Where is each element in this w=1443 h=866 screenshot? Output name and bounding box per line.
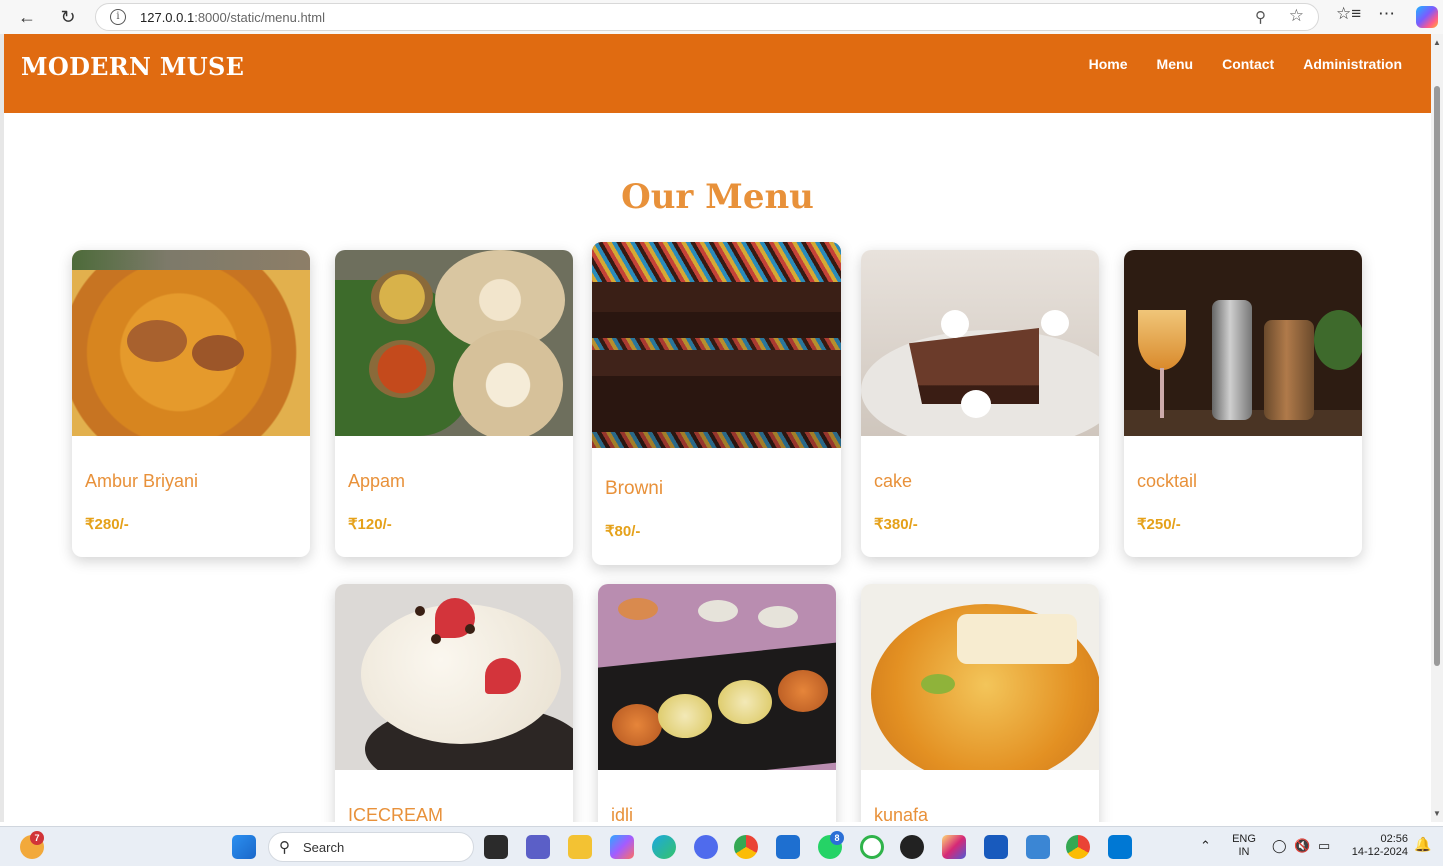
- url-text: 127.0.0.1:8000/static/menu.html: [140, 10, 325, 25]
- search-label: Search: [303, 840, 345, 855]
- favorites-icon[interactable]: ☆≡: [1336, 4, 1361, 24]
- notification-bell-icon[interactable]: 🔔: [1414, 837, 1431, 851]
- scrollbar-thumb[interactable]: [1434, 86, 1440, 666]
- food-image-icecream: [335, 584, 573, 770]
- item-price: ₹80/-: [605, 523, 641, 540]
- item-name: cake: [874, 471, 913, 491]
- file-explorer-icon[interactable]: [568, 835, 592, 859]
- chrome-profile-icon[interactable]: [1066, 835, 1090, 859]
- edge-browser-icon[interactable]: [652, 835, 676, 859]
- chatgpt-icon[interactable]: [900, 835, 924, 859]
- address-bar[interactable]: i 127.0.0.1:8000/static/menu.html ⚲ ☆: [95, 3, 1319, 31]
- food-image-biryani: [72, 250, 310, 436]
- nav-home[interactable]: Home: [1089, 56, 1128, 72]
- site-header: MODERN MUSE Home Menu Contact Administra…: [4, 34, 1431, 113]
- zoom-icon[interactable]: ⚲: [1255, 8, 1266, 26]
- food-image-cocktail: [1124, 250, 1362, 436]
- site-info-icon[interactable]: i: [110, 9, 126, 25]
- back-arrow-icon[interactable]: ←: [14, 4, 40, 30]
- copilot-icon[interactable]: [1416, 6, 1438, 28]
- page-scrollbar[interactable]: ▲ ▼: [1431, 34, 1443, 822]
- chrome-icon[interactable]: [734, 835, 758, 859]
- item-name: Ambur Briyani: [85, 471, 199, 491]
- windows-start-icon[interactable]: [232, 835, 256, 859]
- food-image-kunafa: [861, 584, 1099, 770]
- language-indicator[interactable]: ENG IN: [1228, 833, 1260, 859]
- item-price: ₹250/-: [1137, 516, 1181, 533]
- app-icon[interactable]: [694, 835, 718, 859]
- main-nav: Home Menu Contact Administration: [1089, 56, 1402, 72]
- volume-muted-icon[interactable]: 🔇: [1294, 839, 1310, 852]
- brand-logo[interactable]: MODERN MUSE: [21, 52, 244, 81]
- windows-taskbar: 7 ⚲ Search 8 ⌃ ENG IN ◯ 🔇 ▭ 02:56 14-12-…: [0, 826, 1443, 866]
- food-image-idli: [598, 584, 836, 770]
- reload-icon[interactable]: ↻: [55, 4, 81, 30]
- item-name: ICECREAM: [348, 805, 444, 822]
- menu-card-idli[interactable]: idli: [598, 584, 836, 822]
- food-image-browni: [592, 242, 841, 448]
- copilot-app-icon[interactable]: [610, 835, 634, 859]
- menu-card-cocktail[interactable]: cocktail ₹250/-: [1124, 250, 1362, 557]
- nav-contact[interactable]: Contact: [1222, 56, 1274, 72]
- word-icon[interactable]: [984, 835, 1008, 859]
- language-code: ENG: [1232, 833, 1256, 845]
- food-image-cake: [861, 250, 1099, 436]
- menu-card-kunafa[interactable]: kunafa: [861, 584, 1099, 822]
- search-icon: ⚲: [279, 839, 290, 856]
- item-price: ₹380/-: [874, 516, 918, 533]
- app-ring-icon[interactable]: [860, 835, 884, 859]
- more-menu-icon[interactable]: ⋯: [1378, 4, 1396, 24]
- battery-icon[interactable]: ▭: [1318, 839, 1330, 852]
- url-path: :8000/static/menu.html: [194, 9, 326, 25]
- clock-date: 14-12-2024: [1351, 846, 1408, 858]
- clock[interactable]: 02:56 14-12-2024: [1346, 833, 1408, 859]
- item-name: kunafa: [874, 805, 929, 822]
- teams-icon[interactable]: [526, 835, 550, 859]
- menu-card-icecream[interactable]: ICECREAM: [335, 584, 573, 822]
- network-icon[interactable]: ◯: [1272, 839, 1287, 852]
- nav-menu[interactable]: Menu: [1157, 56, 1194, 72]
- browser-toolbar: ← ↻ i 127.0.0.1:8000/static/menu.html ⚲ …: [0, 0, 1443, 34]
- item-name: cocktail: [1137, 471, 1198, 491]
- weather-badge: 7: [30, 831, 44, 845]
- vscode-icon[interactable]: [1108, 835, 1132, 859]
- taskbar-search[interactable]: ⚲ Search: [268, 832, 474, 862]
- notepad-icon[interactable]: [1026, 835, 1050, 859]
- page-title: Our Menu: [621, 177, 814, 217]
- whatsapp-badge: 8: [830, 831, 844, 845]
- item-price: ₹280/-: [85, 516, 129, 533]
- scroll-down-arrow-icon[interactable]: ▼: [1433, 809, 1441, 818]
- region-code: IN: [1238, 846, 1250, 858]
- scroll-up-arrow-icon[interactable]: ▲: [1433, 38, 1441, 47]
- menu-card-ambur-briyani[interactable]: Ambur Briyani ₹280/-: [72, 250, 310, 557]
- item-price: ₹120/-: [348, 516, 392, 533]
- nav-administration[interactable]: Administration: [1303, 56, 1402, 72]
- item-name: idli: [611, 805, 634, 822]
- menu-card-appam[interactable]: Appam ₹120/-: [335, 250, 573, 557]
- task-view-icon[interactable]: [484, 835, 508, 859]
- menu-card-browni[interactable]: Browni ₹80/-: [592, 242, 841, 565]
- menu-card-cake[interactable]: cake ₹380/-: [861, 250, 1099, 557]
- item-name: Appam: [348, 471, 406, 491]
- tray-overflow-chevron-icon[interactable]: ⌃: [1200, 839, 1211, 852]
- instagram-icon[interactable]: [942, 835, 966, 859]
- favorite-star-icon[interactable]: ☆: [1289, 6, 1304, 26]
- clock-time: 02:56: [1380, 833, 1408, 845]
- page-viewport: MODERN MUSE Home Menu Contact Administra…: [0, 34, 1431, 822]
- food-image-appam: [335, 250, 573, 436]
- item-name: Browni: [605, 478, 664, 499]
- url-host: 127.0.0.1: [140, 9, 195, 25]
- store-icon[interactable]: [776, 835, 800, 859]
